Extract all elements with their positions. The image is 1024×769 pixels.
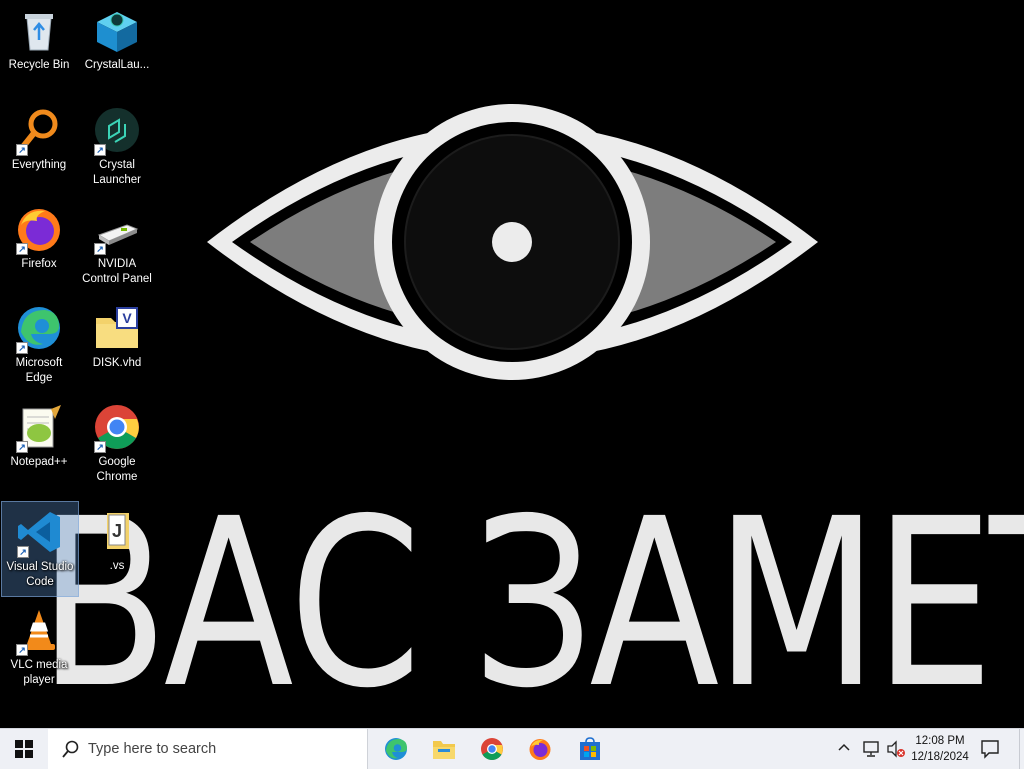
store-icon	[580, 737, 600, 760]
icon-label: NVIDIA Control Panel	[82, 258, 152, 285]
icon-label: Firefox	[21, 258, 57, 270]
vhd-file-icon: V	[93, 304, 141, 352]
desktop-icon-disk-vhd[interactable]: V DISK.vhd	[78, 298, 156, 394]
taskbar-file-explorer[interactable]	[420, 729, 468, 769]
taskbar-firefox[interactable]	[516, 729, 564, 769]
taskbar-edge[interactable]	[372, 729, 420, 769]
shortcut-arrow-icon: ↗	[16, 144, 28, 156]
desktop-icon-crystal-launcher[interactable]: ↗ Crystal Launcher	[78, 100, 156, 196]
svg-text:J: J	[112, 521, 122, 541]
taskbar-clock[interactable]: 12:08 PM 12/18/2024	[906, 733, 974, 765]
taskbar: Type here to search 12:08 PM 12/18/2024	[0, 728, 1024, 769]
svg-text:V: V	[122, 310, 132, 326]
desktop-icon-recycle-bin[interactable]: Recycle Bin	[0, 0, 78, 96]
vscode-icon: ↗	[16, 508, 64, 558]
file-explorer-icon	[433, 741, 455, 759]
shortcut-arrow-icon: ↗	[16, 644, 28, 656]
icon-label: Google Chrome	[96, 456, 138, 483]
icon-label: CrystalLau...	[84, 59, 150, 71]
edge-icon	[385, 738, 407, 760]
taskbar-search-box[interactable]: Type here to search	[48, 729, 368, 769]
desktop-icon-crystallauncher-box[interactable]: CrystalLau...	[78, 0, 156, 96]
vlc-icon: ↗	[15, 606, 63, 656]
desktop-icon-google-chrome[interactable]: ↗ Google Chrome	[78, 397, 156, 493]
desktop-icon-firefox[interactable]: ↗ Firefox	[0, 199, 78, 295]
wallpaper-caption: ВАС ЗАМЕТИЛИ	[38, 488, 1024, 728]
shortcut-arrow-icon: ↗	[17, 546, 29, 558]
desktop-icon-microsoft-edge[interactable]: ↗ Microsoft Edge	[0, 298, 78, 394]
clock-time: 12:08 PM	[915, 735, 965, 747]
desktop-icon-notepadpp[interactable]: ↗ Notepad++	[0, 397, 78, 493]
edge-icon: ↗	[15, 304, 63, 354]
show-desktop-button[interactable]	[1019, 729, 1024, 769]
shortcut-arrow-icon: ↗	[94, 243, 106, 255]
recycle-bin-icon	[15, 6, 63, 54]
icon-label: Visual Studio Code	[6, 561, 74, 588]
chevron-up-icon[interactable]	[836, 739, 852, 755]
chrome-icon: ↗	[93, 403, 141, 453]
icon-label: DISK.vhd	[92, 357, 142, 369]
shortcut-arrow-icon: ↗	[94, 441, 106, 453]
chrome-icon	[481, 738, 503, 760]
shortcut-arrow-icon: ↗	[16, 243, 28, 255]
desktop-icon-visual-studio-code[interactable]: ↗ Visual Studio Code	[1, 501, 79, 597]
desktop-icon-vs-folder[interactable]: J .vs	[78, 501, 156, 597]
windows-logo-icon	[15, 740, 33, 758]
shortcut-arrow-icon: ↗	[94, 144, 106, 156]
icon-label: Microsoft Edge	[15, 357, 63, 384]
search-icon	[62, 740, 79, 758]
desktop-icon-vlc-media-player[interactable]: ↗ VLC media player	[0, 600, 78, 696]
icon-label: Everything	[11, 159, 67, 171]
everything-search-icon: ↗	[15, 106, 63, 156]
start-button[interactable]	[0, 729, 48, 769]
network-icon[interactable]	[862, 740, 882, 758]
desktop-icon-everything[interactable]: ↗ Everything	[0, 100, 78, 196]
icon-label: Crystal Launcher	[93, 159, 141, 186]
shortcut-arrow-icon: ↗	[16, 342, 28, 354]
firefox-icon: ↗	[15, 205, 63, 255]
crystal-launcher-box-icon	[93, 6, 141, 54]
volume-muted-icon[interactable]	[886, 740, 906, 758]
icon-label: Notepad++	[10, 456, 68, 468]
nvidia-control-panel-icon: ↗	[93, 205, 141, 255]
taskbar-chrome[interactable]	[468, 729, 516, 769]
clock-date: 12/18/2024	[911, 751, 969, 763]
crystal-launcher-icon: ↗	[93, 106, 141, 156]
icon-label: .vs	[109, 560, 125, 572]
taskbar-microsoft-store[interactable]	[566, 729, 614, 769]
notepadpp-icon: ↗	[15, 403, 63, 453]
notification-center-icon[interactable]	[980, 739, 1000, 759]
search-placeholder: Type here to search	[88, 741, 217, 757]
vs-folder-icon: J	[93, 507, 141, 555]
icon-label: VLC media player	[10, 659, 68, 686]
desktop-icon-nvidia-control-panel[interactable]: ↗ NVIDIA Control Panel	[78, 199, 156, 295]
firefox-icon	[529, 739, 551, 760]
shortcut-arrow-icon: ↗	[16, 441, 28, 453]
icon-label: Recycle Bin	[8, 59, 70, 71]
